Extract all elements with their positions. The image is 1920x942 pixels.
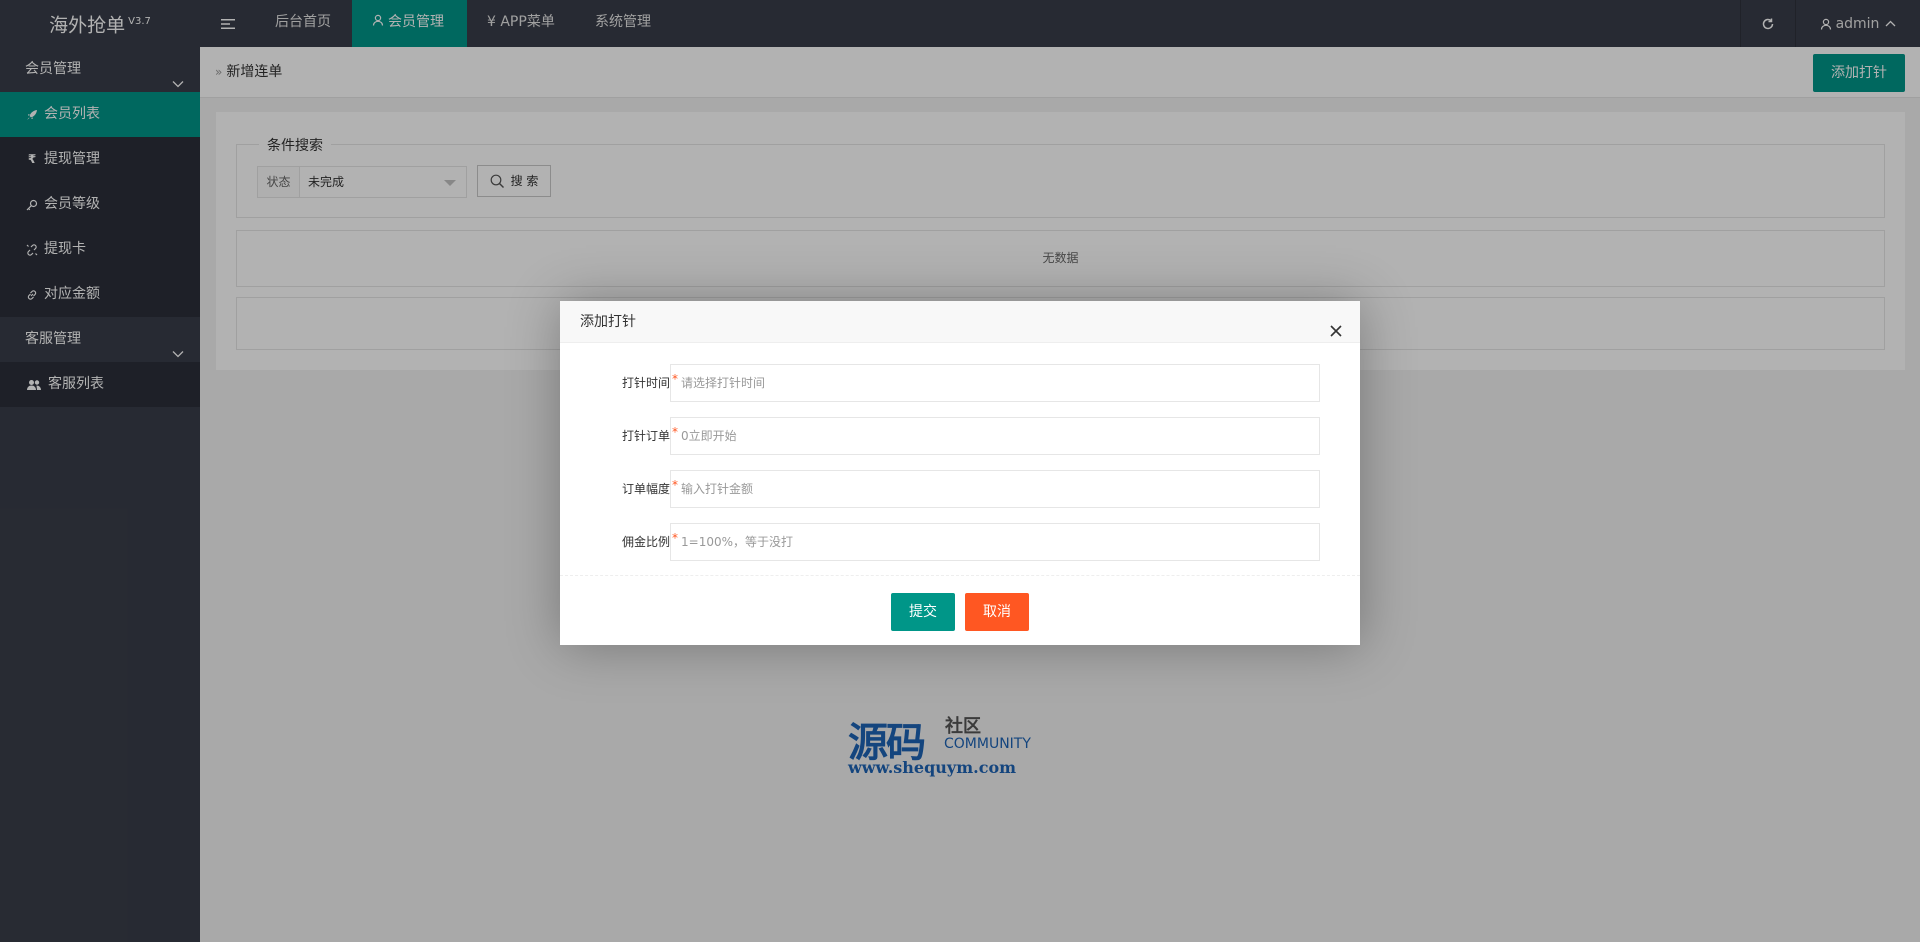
injection-time-input[interactable]: 请选择打针时间 [670,364,1320,402]
form-row-time: 打针时间 * 请选择打针时间 [560,364,1360,402]
order-amount-input[interactable]: 输入打针金额 [670,470,1320,508]
field-label-amount: 订单幅度 * [560,470,678,508]
close-icon[interactable] [1328,314,1344,337]
modal-divider [560,575,1360,576]
field-label-time: 打针时间 * [560,364,678,402]
cancel-button[interactable]: 取消 [965,593,1029,631]
commission-ratio-input[interactable]: 1=100%，等于没打 [670,523,1320,561]
add-injection-modal: 添加打针 打针时间 * 请选择打针时间 打针订单 * 0立即开始 订单幅度 * 输入打… [560,301,1360,645]
field-label-order: 打针订单 * [560,417,678,455]
form-row-amount: 订单幅度 * 输入打针金额 [560,470,1360,508]
modal-title: 添加打针 [580,314,636,330]
injection-order-input[interactable]: 0立即开始 [670,417,1320,455]
form-row-order: 打针订单 * 0立即开始 [560,417,1360,455]
modal-title-bar: 添加打针 [560,301,1360,343]
field-label-commission: 佣金比例 * [560,523,678,561]
form-row-commission: 佣金比例 * 1=100%，等于没打 [560,523,1360,561]
submit-button[interactable]: 提交 [891,593,955,631]
